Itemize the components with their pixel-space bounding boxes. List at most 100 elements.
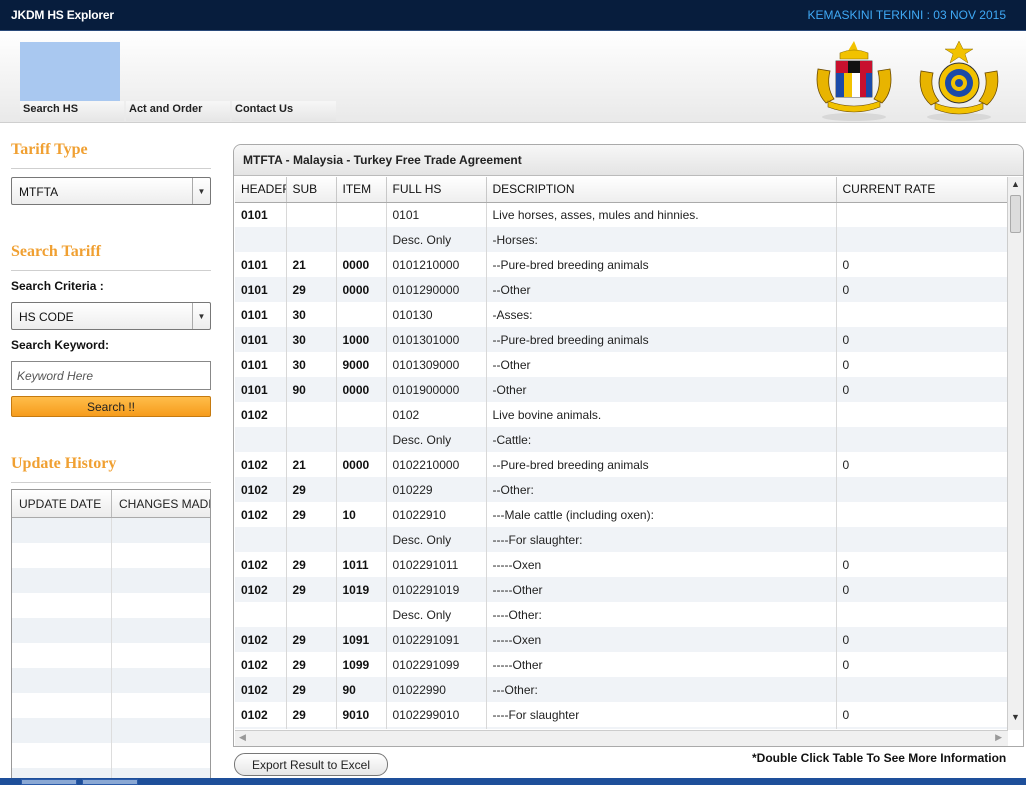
results-table[interactable]: HEADER SUB ITEM FULL HS DESCRIPTION CURR… <box>235 177 1007 729</box>
update-history-table[interactable]: UPDATE DATE CHANGES MADE <box>11 489 211 785</box>
cell-full-hs: 01022910 <box>386 502 487 527</box>
keyword-input[interactable] <box>11 361 211 390</box>
cell-full-hs: 010130 <box>386 302 487 327</box>
cell-description: -----Other <box>486 577 837 602</box>
table-row[interactable]: 0102 29 90 01022990 ---Other: <box>235 677 1007 702</box>
table-row[interactable]: Desc. Only -Horses: <box>235 227 1007 252</box>
cell-item <box>336 402 387 427</box>
table-row[interactable]: 0102 29 1099 0102291099 -----Other 0 <box>235 652 1007 677</box>
table-row[interactable] <box>12 668 210 693</box>
cell-full-hs: 0101290000 <box>386 277 487 302</box>
cell-current-rate: 0 <box>836 327 1007 352</box>
table-row[interactable] <box>235 727 1007 729</box>
vertical-scrollbar[interactable]: ▲ ▼ <box>1007 177 1023 730</box>
column-header-changes-made[interactable]: CHANGES MADE <box>112 490 210 517</box>
table-row[interactable]: 0101 29 0000 0101290000 --Other 0 <box>235 277 1007 302</box>
scroll-thumb[interactable] <box>1010 195 1021 233</box>
cell-header: 0102 <box>235 502 287 527</box>
scroll-right-icon[interactable]: ▶ <box>995 732 1002 743</box>
cell-sub: 29 <box>286 477 337 502</box>
cell-item <box>336 602 387 627</box>
column-header-full-hs[interactable]: FULL HS <box>386 177 487 203</box>
table-row[interactable]: 0102 29 010229 --Other: <box>235 477 1007 502</box>
table-row[interactable]: 0102 0102 Live bovine animals. <box>235 402 1007 427</box>
table-row[interactable]: 0101 0101 Live horses, asses, mules and hi… <box>235 202 1007 227</box>
cell-header: 0102 <box>235 652 287 677</box>
cell-header: 0102 <box>235 477 287 502</box>
cell-current-rate: 0 <box>836 352 1007 377</box>
table-row[interactable]: Desc. Only -Cattle: <box>235 427 1007 452</box>
header: Search HS Act and Order Contact Us <box>0 31 1026 123</box>
table-row[interactable] <box>12 518 210 543</box>
column-header-item[interactable]: ITEM <box>336 177 387 203</box>
table-row[interactable] <box>12 543 210 568</box>
table-row[interactable]: 0102 21 0000 0102210000 --Pure-bred breeding… <box>235 452 1007 477</box>
table-row[interactable]: Desc. Only ----For slaughter: <box>235 527 1007 552</box>
column-header-sub[interactable]: SUB <box>286 177 337 203</box>
table-row[interactable]: 0101 30 010130 -Asses: <box>235 302 1007 327</box>
cell-full-hs: Desc. Only <box>386 227 487 252</box>
results-grid[interactable]: HEADER SUB ITEM FULL HS DESCRIPTION CURR… <box>235 177 1007 729</box>
horizontal-scrollbar[interactable]: ◀ ▶ <box>235 730 1008 746</box>
table-row[interactable]: 0101 90 0000 0101900000 -Other 0 <box>235 377 1007 402</box>
search-criteria-select[interactable]: HS CODE ▼ <box>11 302 211 330</box>
taskbar-item[interactable] <box>82 779 138 785</box>
cell-description: --Pure-bred breeding animals <box>486 452 837 477</box>
table-row[interactable]: 0102 29 10 01022910 ---Male cattle (includin… <box>235 502 1007 527</box>
table-row[interactable]: 0102 29 9010 0102299010 ----For slaughter 0 <box>235 702 1007 727</box>
cell-full-hs: 0102291011 <box>386 552 487 577</box>
table-row[interactable] <box>12 743 210 768</box>
cell-sub: 29 <box>286 277 337 302</box>
divider <box>11 270 211 271</box>
cell-full-hs: Desc. Only <box>386 427 487 452</box>
cell-full-hs: 0101 <box>386 202 487 227</box>
cell-full-hs: 0102291019 <box>386 577 487 602</box>
last-update-text: KEMASKINI TERKINI : 03 NOV 2015 <box>807 8 1006 22</box>
cell-description: ----For slaughter: <box>486 527 837 552</box>
table-row[interactable] <box>12 618 210 643</box>
double-click-hint: *Double Click Table To See More Informat… <box>752 751 1007 765</box>
cell-item <box>336 302 387 327</box>
cell-sub: 29 <box>286 677 337 702</box>
cell-current-rate <box>836 227 1007 252</box>
main-nav: Search HS Act and Order Contact Us <box>20 101 338 121</box>
cell-item: 1000 <box>336 327 387 352</box>
scroll-left-icon[interactable]: ◀ <box>239 732 246 743</box>
nav-tab-search-hs[interactable]: Search HS <box>20 101 124 121</box>
cell-description: -Asses: <box>486 302 837 327</box>
table-row[interactable]: 0101 30 9000 0101309000 --Other 0 <box>235 352 1007 377</box>
table-row[interactable] <box>12 693 210 718</box>
table-row[interactable]: 0102 29 1011 0102291011 -----Oxen 0 <box>235 552 1007 577</box>
cell-sub: 21 <box>286 252 337 277</box>
table-row[interactable]: 0101 30 1000 0101301000 --Pure-bred breeding… <box>235 327 1007 352</box>
table-row[interactable]: 0102 29 1091 0102291091 -----Oxen 0 <box>235 627 1007 652</box>
search-tariff-heading: Search Tariff <box>11 243 101 260</box>
search-button[interactable]: Search !! <box>11 396 211 417</box>
table-row[interactable] <box>12 718 210 743</box>
export-excel-button[interactable]: Export Result to Excel <box>234 753 388 776</box>
column-header-current-rate[interactable]: CURRENT RATE <box>836 177 1007 203</box>
column-header-header[interactable]: HEADER <box>235 177 287 203</box>
table-row[interactable]: 0102 29 1019 0102291019 -----Other 0 <box>235 577 1007 602</box>
taskbar-item[interactable] <box>21 779 77 785</box>
scroll-down-icon[interactable]: ▼ <box>1008 712 1023 728</box>
cell-full-hs: 01022990 <box>386 677 487 702</box>
cell-current-rate: 0 <box>836 627 1007 652</box>
cell-item: 90 <box>336 677 387 702</box>
cell-header: 0101 <box>235 352 287 377</box>
cell-header: 0102 <box>235 627 287 652</box>
table-row[interactable]: 0101 21 0000 0101210000 --Pure-bred breeding… <box>235 252 1007 277</box>
cell-description: --Other <box>486 352 837 377</box>
table-row[interactable] <box>12 568 210 593</box>
scroll-up-icon[interactable]: ▲ <box>1008 179 1023 195</box>
table-row[interactable]: Desc. Only ----Other: <box>235 602 1007 627</box>
nav-tab-act-and-order[interactable]: Act and Order <box>126 101 230 121</box>
cell-description: Live bovine animals. <box>486 402 837 427</box>
table-row[interactable] <box>12 593 210 618</box>
tariff-type-select[interactable]: MTFTA ▼ <box>11 177 211 205</box>
table-row[interactable] <box>12 643 210 668</box>
nav-tab-contact-us[interactable]: Contact Us <box>232 101 336 121</box>
column-header-update-date[interactable]: UPDATE DATE <box>12 490 112 517</box>
column-header-description[interactable]: DESCRIPTION <box>486 177 837 203</box>
top-bar: JKDM HS Explorer KEMASKINI TERKINI : 03 … <box>0 0 1026 31</box>
